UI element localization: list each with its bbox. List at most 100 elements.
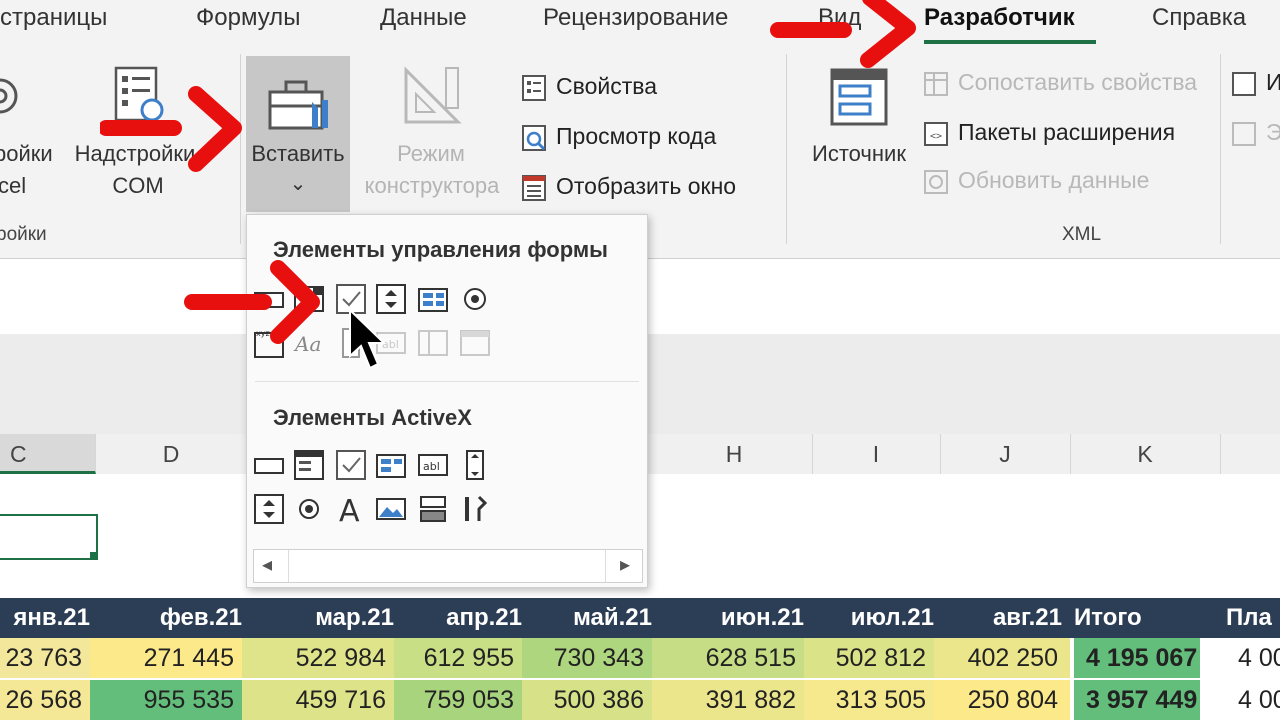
tab-formulas[interactable]: Формулы — [196, 4, 300, 32]
header-apr: апр.21 — [446, 604, 522, 631]
design-mode-label-2: конструктора — [364, 173, 500, 198]
activex-image-icon[interactable] — [375, 493, 407, 525]
svg-text:A: A — [339, 494, 360, 525]
dropdown-scrollbar[interactable]: ◂ ▸ — [253, 549, 643, 583]
toolbox-icon — [268, 80, 328, 130]
table-row: 26 568 955 535 459 716 759 053 500 386 3… — [0, 680, 1280, 720]
map-properties-button: Сопоставить свойства — [922, 64, 1197, 100]
show-window-button[interactable]: Отобразить окно — [520, 168, 736, 204]
table-cell[interactable]: 4 00 — [1238, 680, 1280, 720]
table-cell-total[interactable]: 4 195 067 — [1074, 638, 1200, 678]
header-feb: фев.21 — [159, 604, 242, 631]
expansion-packs-icon: <> — [924, 121, 948, 146]
insert-controls-button[interactable]: Вставить ⌄ — [246, 56, 350, 212]
map-properties-label: Сопоставить свойства — [958, 69, 1198, 95]
fill-handle[interactable] — [90, 552, 97, 559]
form-listbox-icon[interactable] — [417, 283, 449, 315]
scrollbar-track[interactable] — [288, 550, 606, 582]
form-combo-dropdown-icon-disabled — [460, 330, 490, 356]
properties-icon — [522, 74, 546, 101]
table-cell[interactable]: 522 984 — [242, 638, 394, 678]
activex-combobox-icon[interactable] — [293, 449, 325, 481]
tab-data[interactable]: Данные — [380, 4, 467, 32]
table-cell[interactable]: 313 505 — [804, 680, 934, 720]
table-cell[interactable]: 402 250 — [934, 638, 1070, 678]
activex-scrollbar-icon[interactable] — [459, 449, 491, 481]
activex-spinner-icon[interactable] — [253, 493, 285, 525]
activex-heading: Элементы ActiveX — [273, 405, 472, 430]
header-total: Итого — [1074, 604, 1142, 631]
table-cell[interactable]: 459 716 — [242, 680, 394, 720]
refresh-data-button: Обновить данные — [922, 162, 1149, 198]
activex-option-button-icon[interactable] — [293, 493, 325, 525]
table-cell[interactable]: 250 804 — [934, 680, 1070, 720]
activex-label-icon[interactable]: A — [335, 493, 367, 525]
expansion-packs-button[interactable]: <> Пакеты расширения — [922, 114, 1175, 150]
table-cell[interactable]: 759 053 — [394, 680, 522, 720]
table-cell[interactable]: 628 515 — [652, 638, 804, 678]
column-header-i[interactable]: I — [812, 434, 941, 474]
table-row: 23 763 271 445 522 984 612 955 730 343 6… — [0, 638, 1280, 678]
tab-help[interactable]: Справка — [1152, 4, 1246, 32]
table-cell[interactable]: 23 763 — [0, 638, 90, 678]
excel-addins-label[interactable]: ройки — [0, 138, 53, 170]
export-label: Э — [1266, 119, 1280, 145]
export-icon — [1232, 121, 1256, 146]
form-option-button-icon[interactable] — [459, 283, 491, 315]
import-button[interactable]: И — [1230, 64, 1280, 100]
view-code-button[interactable]: Просмотр кода — [520, 118, 716, 154]
refresh-data-label: Обновить данные — [958, 167, 1150, 193]
table-cell[interactable]: 612 955 — [394, 638, 522, 678]
scroll-right-icon[interactable]: ▸ — [620, 552, 630, 577]
com-addins-label-2[interactable]: COM — [70, 170, 206, 202]
table-cell[interactable]: 500 386 — [522, 680, 652, 720]
scroll-left-icon[interactable]: ◂ — [262, 552, 272, 577]
svg-text:<>: <> — [930, 131, 942, 142]
ribbon-tab-bar: страницы Формулы Данные Рецензирование В… — [0, 0, 1280, 44]
more-controls-icon[interactable] — [459, 493, 491, 525]
tab-developer[interactable]: Разработчик — [924, 4, 1075, 32]
mouse-cursor-icon — [349, 308, 387, 370]
table-cell[interactable]: 391 882 — [652, 680, 804, 720]
column-header-h[interactable]: H — [656, 434, 813, 474]
table-cell[interactable]: 271 445 — [90, 638, 242, 678]
refresh-icon — [924, 169, 948, 194]
form-combo-list-icon-disabled — [418, 330, 448, 356]
red-arrow-annotation-developer — [770, 0, 916, 68]
table-cell[interactable]: 730 343 — [522, 638, 652, 678]
table-cell[interactable]: 4 00 — [1238, 638, 1280, 678]
activex-checkbox-icon[interactable] — [335, 449, 367, 481]
design-mode-label: Режим — [397, 141, 465, 166]
svg-text:abl: abl — [423, 460, 440, 473]
table-cell-total[interactable]: 3 957 449 — [1074, 680, 1200, 720]
excel-addins-label-2[interactable]: cel — [0, 170, 26, 202]
header-mar: мар.21 — [315, 604, 394, 631]
export-button: Э — [1230, 114, 1280, 150]
activex-textbox-icon[interactable]: abl — [417, 449, 449, 481]
header-jul: июл.21 — [850, 604, 934, 631]
table-cell[interactable]: 26 568 — [0, 680, 90, 720]
column-header-c[interactable]: C — [0, 434, 96, 474]
properties-button[interactable]: Свойства — [520, 68, 657, 104]
expansion-packs-label: Пакеты расширения — [958, 119, 1176, 145]
import-icon — [1232, 71, 1256, 96]
activex-button-icon[interactable] — [253, 449, 285, 481]
map-properties-icon — [924, 71, 948, 96]
table-header-row: янв.21 фев.21 мар.21 апр.21 май.21 июн.2… — [0, 598, 1280, 638]
red-arrow-annotation-checkbox — [184, 260, 320, 344]
activex-listbox-icon[interactable] — [375, 449, 407, 481]
column-header-k[interactable]: K — [1070, 434, 1221, 474]
tab-review[interactable]: Рецензирование — [543, 4, 728, 32]
dropdown-separator — [255, 381, 639, 382]
header-jan: янв.21 — [13, 604, 90, 631]
activex-toggle-button-icon[interactable] — [417, 493, 449, 525]
column-header-j[interactable]: J — [940, 434, 1071, 474]
xml-source-label[interactable]: Источник — [800, 138, 918, 170]
view-code-icon — [522, 124, 546, 151]
column-header-d[interactable]: D — [96, 434, 247, 474]
xml-source-icon — [830, 68, 888, 126]
table-cell[interactable]: 955 535 — [90, 680, 242, 720]
tab-page-layout[interactable]: страницы — [0, 4, 107, 32]
table-cell[interactable]: 502 812 — [804, 638, 934, 678]
selected-cell[interactable] — [0, 514, 98, 560]
